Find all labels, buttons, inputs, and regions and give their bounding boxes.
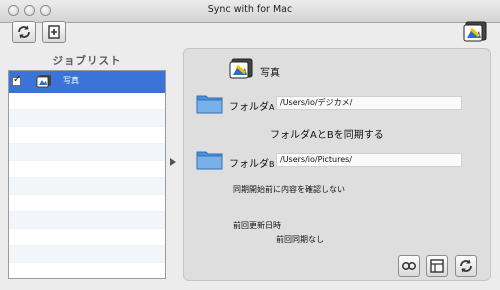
job-list-item-label: 写真 (63, 76, 79, 85)
last-sync-label: 前回更新日時 (233, 221, 281, 230)
link-button[interactable] (398, 255, 420, 277)
folder-a-label: フォルダA (229, 102, 275, 113)
job-list-empty-row (9, 246, 165, 263)
job-list-empty-row (9, 144, 165, 161)
document-button[interactable] (426, 255, 448, 277)
job-list-empty-row (9, 93, 165, 110)
sync-button[interactable] (12, 21, 36, 43)
folder-b-label: フォルダB (229, 159, 275, 170)
document-icon (430, 259, 444, 273)
add-job-button[interactable] (42, 21, 66, 43)
title-bar: Sync with for Mac (0, 0, 500, 23)
sync-icon (18, 25, 30, 39)
folder-a-icon[interactable] (196, 92, 224, 114)
detail-arrow-icon (170, 158, 176, 166)
job-list-empty-row (9, 110, 165, 127)
folder-b-icon[interactable] (196, 148, 224, 170)
folder-b-path-field[interactable]: /Users/io/Pictures/ (276, 153, 462, 167)
photo-sync-icon (462, 20, 488, 44)
link-icon (402, 262, 416, 270)
job-name: 写真 (260, 68, 280, 79)
confirm-option-label[interactable]: 同期開始前に内容を確認しない (233, 184, 345, 195)
job-enabled-checkbox[interactable] (12, 74, 21, 86)
app-window: Sync with for Mac ジョブリスト ✓ 写真 写真 フォルダA /… (0, 0, 500, 290)
job-list-empty-row (9, 229, 165, 246)
add-document-icon (48, 25, 60, 39)
photo-sync-icon (36, 75, 51, 88)
last-sync-value: 前回同期なし (276, 235, 324, 244)
refresh-icon (460, 259, 472, 273)
window-title: Sync with for Mac (207, 4, 293, 15)
job-list-empty-row (9, 127, 165, 144)
job-list-empty-row (9, 178, 165, 195)
job-list-empty-row (9, 263, 165, 278)
folder-a-path-field[interactable]: /Users/io/デジカメ/ (276, 96, 462, 110)
job-list-empty-row (9, 212, 165, 229)
photo-sync-icon (228, 57, 254, 81)
job-list-item[interactable]: 写真 (9, 71, 165, 93)
job-list-heading: ジョブリスト (52, 55, 122, 67)
refresh-button[interactable] (455, 255, 477, 277)
job-list[interactable]: 写真 (8, 70, 166, 279)
job-list-empty-row (9, 195, 165, 212)
sync-direction-label[interactable]: フォルダAとBを同期する (270, 126, 384, 141)
job-list-empty-row (9, 161, 165, 178)
